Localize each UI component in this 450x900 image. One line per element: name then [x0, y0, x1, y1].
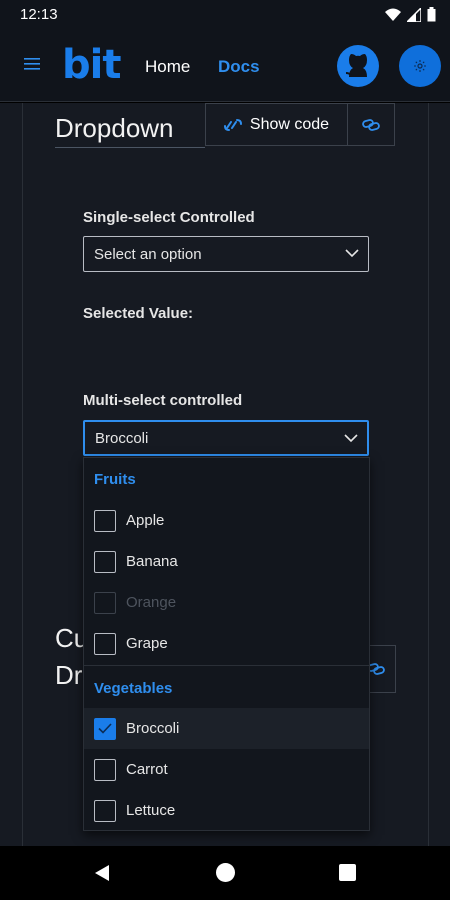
option-label: Carrot — [126, 761, 168, 778]
option-broccoli[interactable]: Broccoli — [84, 708, 369, 749]
nav-link-docs[interactable]: Docs — [218, 57, 260, 77]
group-header-vegetables: Vegetables — [94, 680, 173, 697]
checkbox[interactable] — [94, 758, 116, 781]
home-button[interactable] — [216, 863, 235, 882]
option-orange: Orange — [84, 582, 369, 623]
checkbox[interactable] — [94, 509, 116, 532]
group-divider — [84, 665, 369, 666]
checkbox[interactable] — [94, 632, 116, 655]
option-label: Lettuce — [126, 802, 176, 819]
selected-value-label: Selected Value: — [83, 305, 194, 322]
checkbox[interactable] — [94, 550, 116, 573]
multi-select-label: Multi-select controlled — [83, 392, 243, 409]
theme-toggle-button[interactable] — [399, 45, 441, 87]
status-bar: 12:13 — [0, 0, 450, 30]
checkbox-checked[interactable] — [94, 717, 116, 740]
app-bar: bit Home Docs — [0, 30, 450, 102]
option-apple[interactable]: Apple — [84, 500, 369, 541]
status-time: 12:13 — [20, 6, 58, 23]
option-label: Orange — [126, 594, 177, 611]
github-icon[interactable] — [336, 44, 380, 88]
copy-link-button[interactable] — [347, 103, 395, 146]
option-label: Grape — [126, 635, 168, 652]
sun-icon — [414, 60, 426, 72]
single-select-placeholder: Select an option — [94, 245, 202, 263]
title-underline — [55, 147, 205, 148]
page-border-right — [428, 103, 429, 846]
multi-select-options-panel: Fruits Apple Banana Orange Grape Vegetab… — [83, 457, 370, 831]
checkbox[interactable] — [94, 799, 116, 822]
wifi-icon — [385, 8, 401, 21]
show-code-label: Show code — [249, 115, 330, 133]
option-carrot[interactable]: Carrot — [84, 749, 369, 790]
nav-link-home[interactable]: Home — [145, 57, 190, 77]
section-title: Dropdown — [55, 113, 174, 143]
option-label: Apple — [126, 512, 165, 529]
next-section-title-line2: Dr — [55, 660, 83, 690]
battery-icon — [427, 7, 436, 22]
signal-icon — [407, 7, 421, 22]
group-header-fruits: Fruits — [94, 471, 136, 488]
hamburger-menu-icon[interactable] — [24, 57, 40, 71]
option-grape[interactable]: Grape — [84, 623, 369, 664]
status-icons — [385, 7, 436, 22]
link-icon — [362, 118, 380, 131]
chevron-down-icon — [345, 249, 359, 258]
multi-select-dropdown[interactable]: Broccoli — [83, 420, 369, 456]
back-icon[interactable] — [93, 864, 111, 882]
show-code-button[interactable]: Show code — [205, 103, 348, 146]
check-icon — [98, 723, 112, 734]
recents-button[interactable] — [339, 864, 356, 881]
code-link-icon — [223, 118, 242, 131]
checkbox — [94, 591, 116, 614]
option-banana[interactable]: Banana — [84, 541, 369, 582]
option-lettuce[interactable]: Lettuce — [84, 790, 369, 831]
page-border-left — [22, 103, 23, 846]
single-select-dropdown[interactable]: Select an option — [83, 236, 369, 272]
bit-logo[interactable]: bit — [62, 42, 121, 88]
multi-select-value: Broccoli — [95, 429, 149, 447]
system-nav-bar — [0, 846, 450, 900]
chevron-down-icon — [344, 434, 358, 443]
option-label: Broccoli — [126, 720, 180, 737]
single-select-label: Single-select Controlled — [83, 209, 255, 226]
option-label: Banana — [126, 553, 178, 570]
docs-content: Dropdown Show code Single-select Control… — [0, 103, 450, 846]
